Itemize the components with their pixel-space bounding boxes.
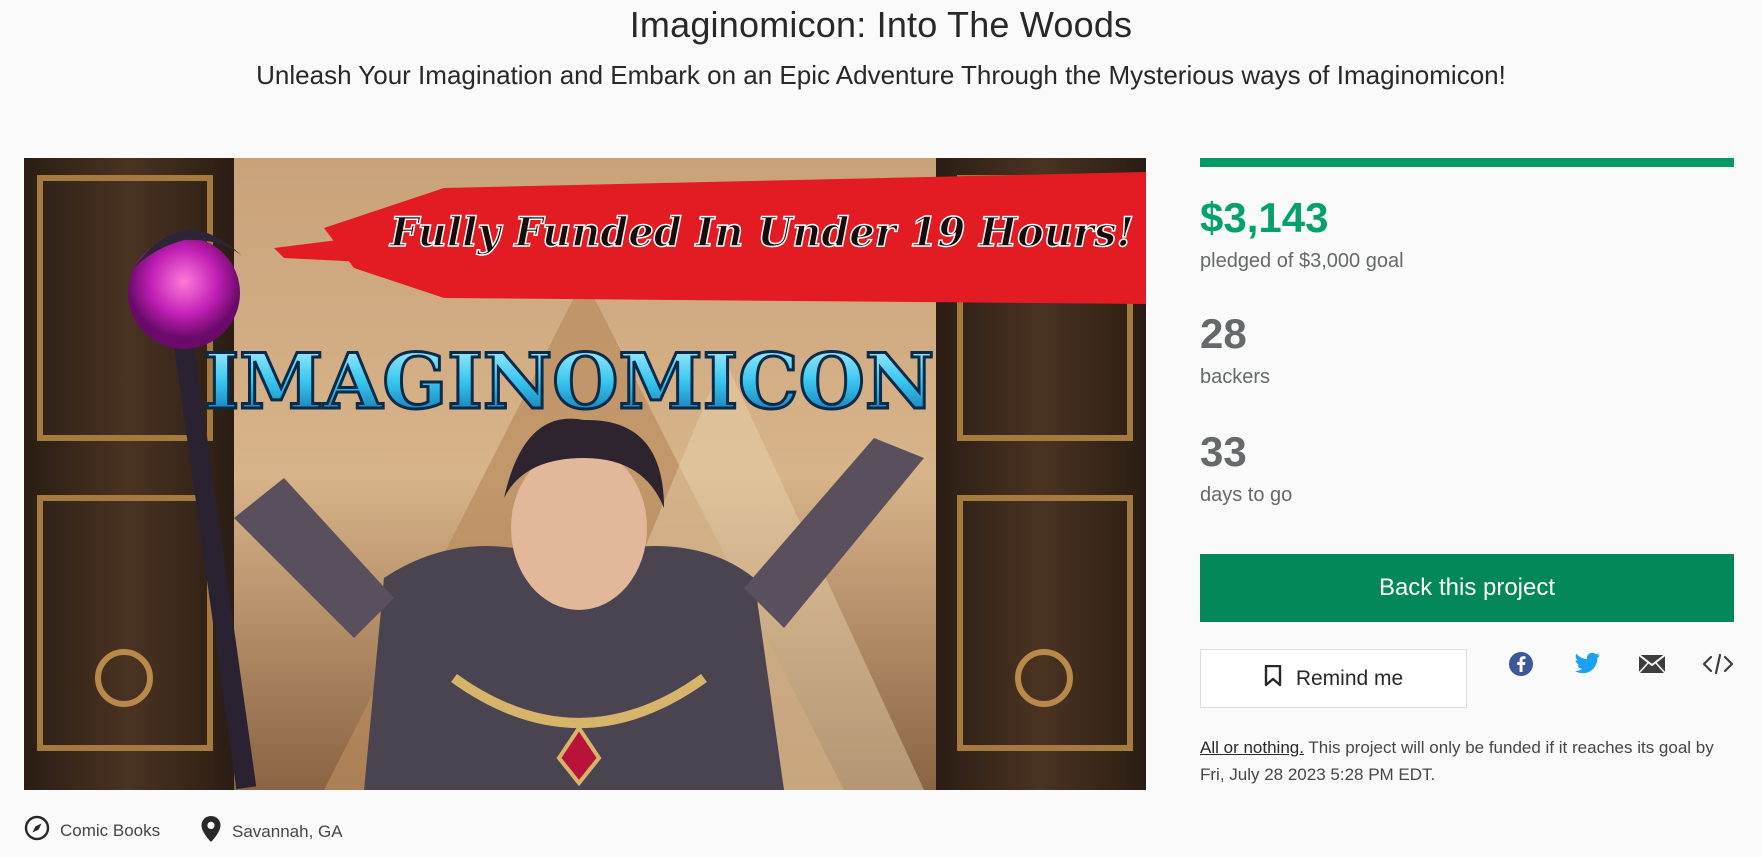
project-page: Imaginomicon: Into The Woods Unleash You… (0, 0, 1762, 857)
hero-logo-text: IMAGINOMICON (204, 337, 935, 426)
days-to-go-label: days to go (1200, 484, 1293, 506)
twitter-icon[interactable] (1572, 649, 1602, 679)
category-link[interactable]: Comic Books (24, 815, 160, 846)
all-or-nothing-link[interactable]: All or nothing. (1200, 738, 1304, 757)
location-link[interactable]: Savannah, GA (200, 815, 343, 848)
embed-icon[interactable] (1703, 649, 1733, 679)
backers-label: backers (1200, 366, 1271, 388)
hero-banner-text: Fully Funded In Under 19 Hours! (389, 209, 1134, 256)
funding-note: All or nothing. This project will only b… (1200, 734, 1734, 788)
category-label: Comic Books (60, 820, 161, 840)
project-subtitle: Unleash Your Imagination and Embark on a… (256, 60, 1506, 90)
project-hero-image[interactable]: Fully Funded In Under 19 Hours! IMAGINOM… (24, 158, 1146, 790)
pledged-label: pledged of $3,000 goal (1200, 250, 1404, 272)
back-this-project-button[interactable]: Back this project (1200, 554, 1734, 622)
pledged-amount: $3,143 (1200, 194, 1329, 241)
funding-progress-fill (1200, 158, 1734, 167)
days-to-go-count: 33 (1200, 428, 1247, 475)
remind-me-label: Remind me (1295, 666, 1404, 690)
location-label: Savannah, GA (232, 821, 343, 841)
location-pin-icon (200, 815, 222, 848)
compass-icon (24, 815, 50, 846)
mail-icon[interactable] (1637, 649, 1667, 679)
facebook-icon[interactable] (1506, 649, 1536, 679)
remind-me-button[interactable]: Remind me (1200, 649, 1467, 708)
backers-count: 28 (1200, 310, 1247, 357)
bookmark-icon (1264, 664, 1282, 693)
project-title: Imaginomicon: Into The Woods (629, 4, 1133, 45)
funding-progress-bar (1200, 158, 1734, 167)
